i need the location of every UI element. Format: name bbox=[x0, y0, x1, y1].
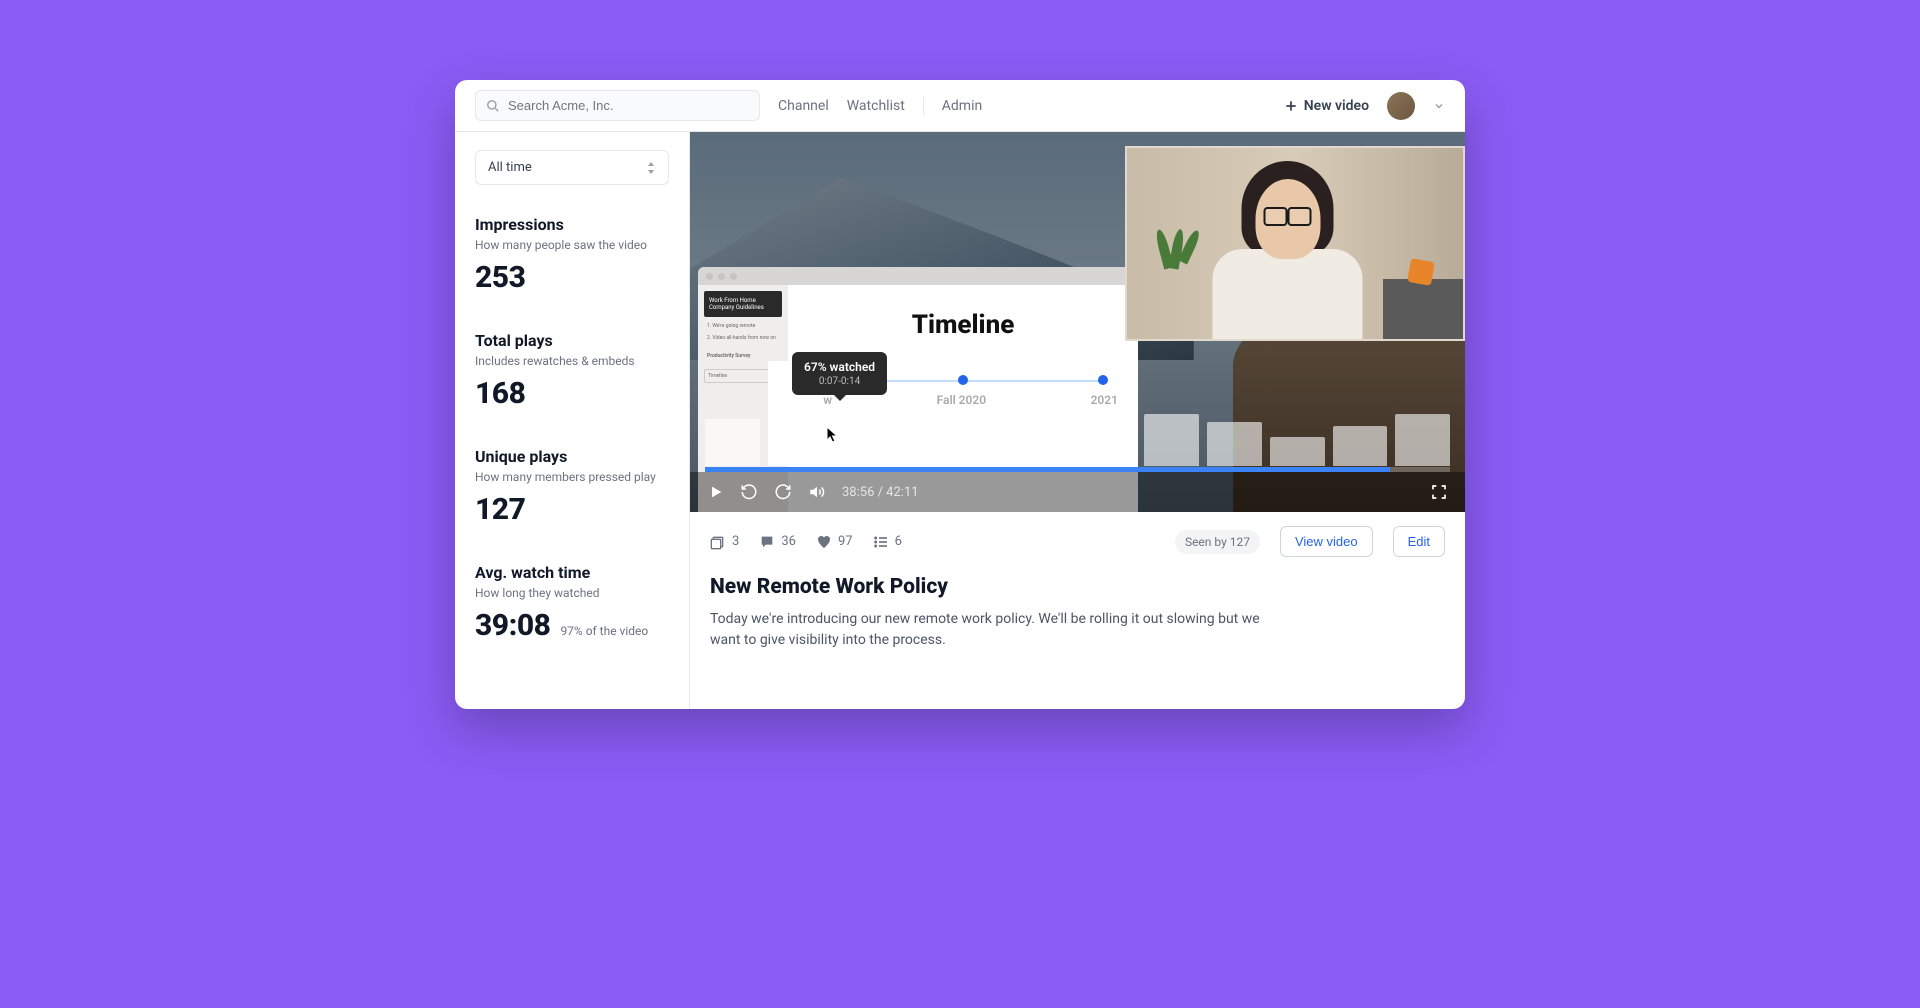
chapters-icon bbox=[710, 534, 726, 550]
stat-value: 127 bbox=[475, 492, 669, 527]
search-icon bbox=[486, 99, 500, 113]
seen-by-badge: Seen by 127 bbox=[1175, 530, 1260, 554]
window-traffic-lights bbox=[698, 267, 1138, 285]
play-icon[interactable] bbox=[708, 484, 724, 500]
comment-icon bbox=[759, 534, 775, 550]
stat-title: Impressions bbox=[475, 215, 669, 234]
chapters-count[interactable]: 3 bbox=[710, 534, 739, 550]
stat-title: Avg. watch time bbox=[475, 563, 669, 582]
nav-watchlist[interactable]: Watchlist bbox=[847, 98, 905, 114]
plus-icon bbox=[1284, 99, 1298, 113]
video-player[interactable]: Work From Home Company Guidelines 1. We'… bbox=[690, 132, 1465, 512]
tooltip-range: 0:07-0:14 bbox=[804, 376, 875, 387]
new-video-button[interactable]: New video bbox=[1284, 98, 1369, 114]
stat-title: Unique plays bbox=[475, 447, 669, 466]
app-window: Channel Watchlist Admin New video All ti… bbox=[455, 80, 1465, 709]
volume-icon[interactable] bbox=[808, 483, 826, 501]
body: All time Impressions How many people saw… bbox=[455, 132, 1465, 709]
chapters-value: 3 bbox=[732, 534, 739, 549]
search-input-wrap[interactable] bbox=[475, 90, 760, 121]
stat-value: 253 bbox=[475, 260, 669, 295]
stat-sub: How many members pressed play bbox=[475, 470, 669, 484]
list-count[interactable]: 6 bbox=[873, 534, 902, 550]
comments-count[interactable]: 36 bbox=[759, 534, 796, 550]
likes-value: 97 bbox=[838, 534, 853, 549]
stat-unique-plays: Unique plays How many members pressed pl… bbox=[455, 447, 689, 527]
meta-row: 3 36 97 6 Seen by 127 View video Edit bbox=[690, 512, 1465, 571]
nav-divider bbox=[923, 97, 924, 115]
list-icon bbox=[873, 534, 889, 550]
chevron-down-icon[interactable] bbox=[1433, 100, 1445, 112]
nav-admin[interactable]: Admin bbox=[942, 98, 982, 114]
topbar: Channel Watchlist Admin New video bbox=[455, 80, 1465, 132]
stat-total-plays: Total plays Includes rewatches & embeds … bbox=[455, 331, 689, 411]
cursor-icon bbox=[826, 426, 840, 444]
sidebar: All time Impressions How many people saw… bbox=[455, 132, 690, 709]
slide-list-item: 1. We're going remote bbox=[704, 321, 782, 331]
stat-suffix: 97% of the video bbox=[560, 624, 648, 638]
stat-impressions: Impressions How many people saw the vide… bbox=[455, 215, 689, 295]
slide-list-item: Productivity Survey bbox=[704, 351, 782, 361]
stat-value: 39:08 bbox=[475, 608, 550, 643]
stat-title: Total plays bbox=[475, 331, 669, 350]
rewind-15-icon[interactable] bbox=[740, 483, 758, 501]
slide-list-item: 2. Video all-hands from now on bbox=[704, 333, 782, 343]
slide-sidebar-title: Work From Home Company Guidelines bbox=[704, 291, 782, 317]
nav-channel[interactable]: Channel bbox=[778, 98, 829, 114]
stat-sub: Includes rewatches & embeds bbox=[475, 354, 669, 368]
edit-button[interactable]: Edit bbox=[1393, 526, 1445, 557]
sort-icon bbox=[646, 162, 656, 174]
slide-title: Timeline bbox=[818, 310, 1108, 340]
comments-value: 36 bbox=[781, 534, 796, 549]
heart-icon bbox=[816, 534, 832, 550]
video-description: Today we're introducing our new remote w… bbox=[710, 609, 1270, 651]
likes-count[interactable]: 97 bbox=[816, 534, 853, 550]
tooltip-percent: 67% watched bbox=[804, 360, 875, 374]
list-value: 6 bbox=[895, 534, 902, 549]
main: Work From Home Company Guidelines 1. We'… bbox=[690, 132, 1465, 709]
avatar[interactable] bbox=[1387, 92, 1415, 120]
presenter-pip bbox=[1125, 146, 1465, 341]
heatmap-tooltip: 67% watched 0:07-0:14 bbox=[792, 352, 887, 395]
new-video-label: New video bbox=[1304, 98, 1369, 114]
time-filter-select[interactable]: All time bbox=[475, 150, 669, 185]
forward-15-icon[interactable] bbox=[774, 483, 792, 501]
time-filter-label: All time bbox=[488, 160, 532, 175]
stat-avg-watch: Avg. watch time How long they watched 39… bbox=[455, 563, 689, 643]
video-time: 38:56 / 42:11 bbox=[842, 485, 919, 500]
nav: Channel Watchlist Admin bbox=[778, 97, 982, 115]
video-controls: 38:56 / 42:11 bbox=[690, 472, 1465, 512]
view-video-button[interactable]: View video bbox=[1280, 526, 1373, 557]
search-input[interactable] bbox=[508, 98, 749, 113]
stat-sub: How long they watched bbox=[475, 586, 669, 600]
stat-value: 168 bbox=[475, 376, 669, 411]
stat-sub: How many people saw the video bbox=[475, 238, 669, 252]
fullscreen-icon[interactable] bbox=[1431, 484, 1447, 500]
title-block: New Remote Work Policy Today we're intro… bbox=[690, 571, 1465, 671]
video-title: New Remote Work Policy bbox=[710, 575, 1445, 599]
